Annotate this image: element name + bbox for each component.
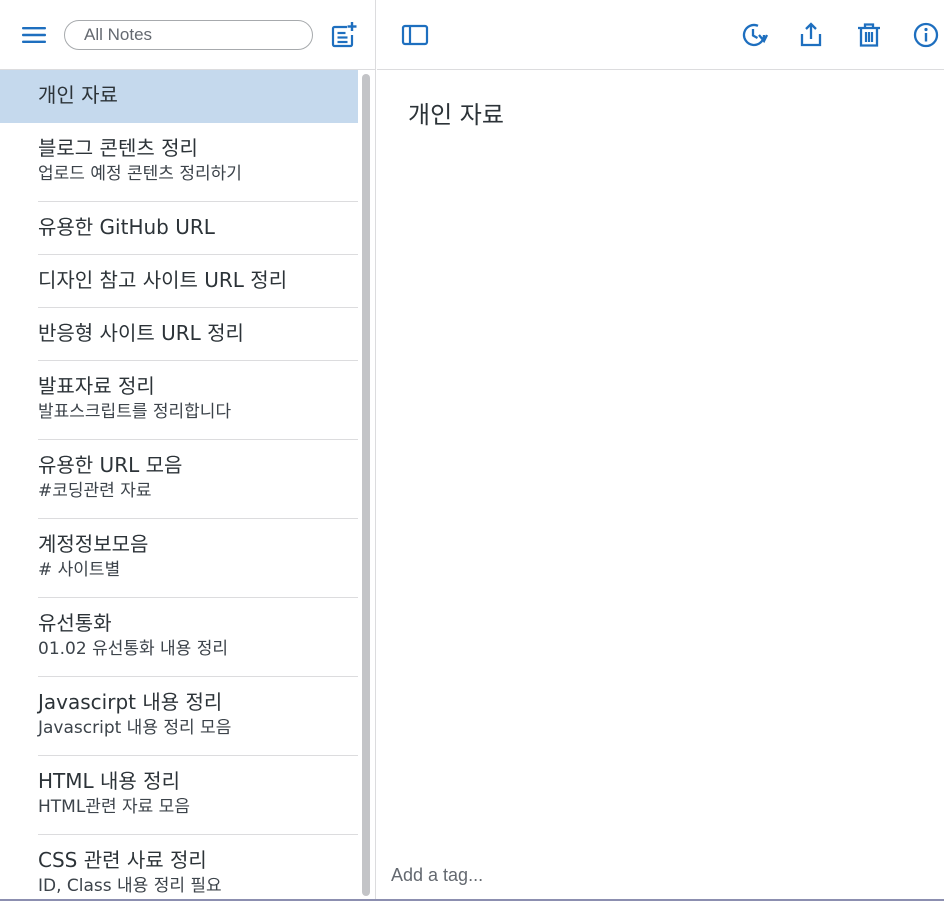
list-item[interactable]: CSS 관련 사료 정리 ID, Class 내용 정리 필요 <box>0 835 358 901</box>
sidebar-toolbar <box>0 0 375 70</box>
list-item[interactable]: 반응형 사이트 URL 정리 <box>0 308 358 361</box>
note-title: 반응형 사이트 URL 정리 <box>38 321 244 345</box>
search-input[interactable] <box>64 20 313 50</box>
note-title: 계정정보모음 <box>38 532 149 556</box>
note-preview: ID, Class 내용 정리 필요 <box>38 876 222 896</box>
list-item[interactable]: 발표자료 정리발표스크립트를 정리합니다 <box>0 361 358 440</box>
note-title: 유용한 URL 모음 <box>38 453 183 477</box>
note-title: 유용한 GitHub URL <box>38 215 215 239</box>
note-title: 블로그 콘텐츠 정리 <box>38 136 198 160</box>
scrollbar[interactable] <box>362 74 370 896</box>
note-title: CSS 관련 사료 정리 <box>38 848 207 872</box>
note-content-title[interactable]: 개인 자료 <box>408 100 504 130</box>
tag-input[interactable] <box>391 861 791 889</box>
editor-toolbar <box>377 0 944 70</box>
hamburger-menu-icon[interactable] <box>20 22 48 48</box>
list-item[interactable]: 계정정보모음 # 사이트별 <box>0 519 358 598</box>
note-title: HTML 내용 정리 <box>38 769 180 793</box>
list-item[interactable]: 유선통화 01.02 유선통화 내용 정리 <box>0 598 358 677</box>
note-preview: 업로드 예정 콘텐츠 정리하기 <box>38 164 242 184</box>
info-icon[interactable] <box>912 21 940 49</box>
list-item[interactable]: 유용한 GitHub URL <box>0 202 358 255</box>
note-preview: Javascript 내용 정리 모음 <box>38 718 232 738</box>
note-preview: 01.02 유선통화 내용 정리 <box>38 639 228 659</box>
note-title: Javascirpt 내용 정리 <box>38 690 223 714</box>
share-icon[interactable] <box>797 21 825 49</box>
history-icon[interactable] <box>740 21 769 49</box>
list-item[interactable]: 개인 자료 <box>0 70 358 123</box>
list-item[interactable]: HTML 내용 정리 HTML관련 자료 모음 <box>0 756 358 835</box>
list-item[interactable]: 디자인 참고 사이트 URL 정리 <box>0 255 358 308</box>
sidebar-toggle-icon[interactable] <box>401 21 429 49</box>
note-preview: 발표스크립트를 정리합니다 <box>38 402 232 422</box>
trash-icon[interactable] <box>855 21 883 49</box>
note-preview: #코딩관련 자료 <box>38 481 152 501</box>
list-item[interactable]: 블로그 콘텐츠 정리업로드 예정 콘텐츠 정리하기 <box>0 123 358 202</box>
note-title: 개인 자료 <box>38 83 118 107</box>
new-note-icon[interactable] <box>330 20 358 50</box>
note-title: 디자인 참고 사이트 URL 정리 <box>38 268 288 292</box>
list-item[interactable]: 유용한 URL 모음 #코딩관련 자료 <box>0 440 358 519</box>
list-item[interactable]: Javascirpt 내용 정리 Javascript 내용 정리 모음 <box>0 677 358 756</box>
note-preview: HTML관련 자료 모음 <box>38 797 190 817</box>
note-title: 유선통화 <box>38 611 112 635</box>
note-preview: # 사이트별 <box>38 560 121 580</box>
sidebar: 개인 자료블로그 콘텐츠 정리업로드 예정 콘텐츠 정리하기유용한 GitHub… <box>0 0 376 901</box>
note-list: 개인 자료블로그 콘텐츠 정리업로드 예정 콘텐츠 정리하기유용한 GitHub… <box>0 70 358 901</box>
note-title: 발표자료 정리 <box>38 374 155 398</box>
